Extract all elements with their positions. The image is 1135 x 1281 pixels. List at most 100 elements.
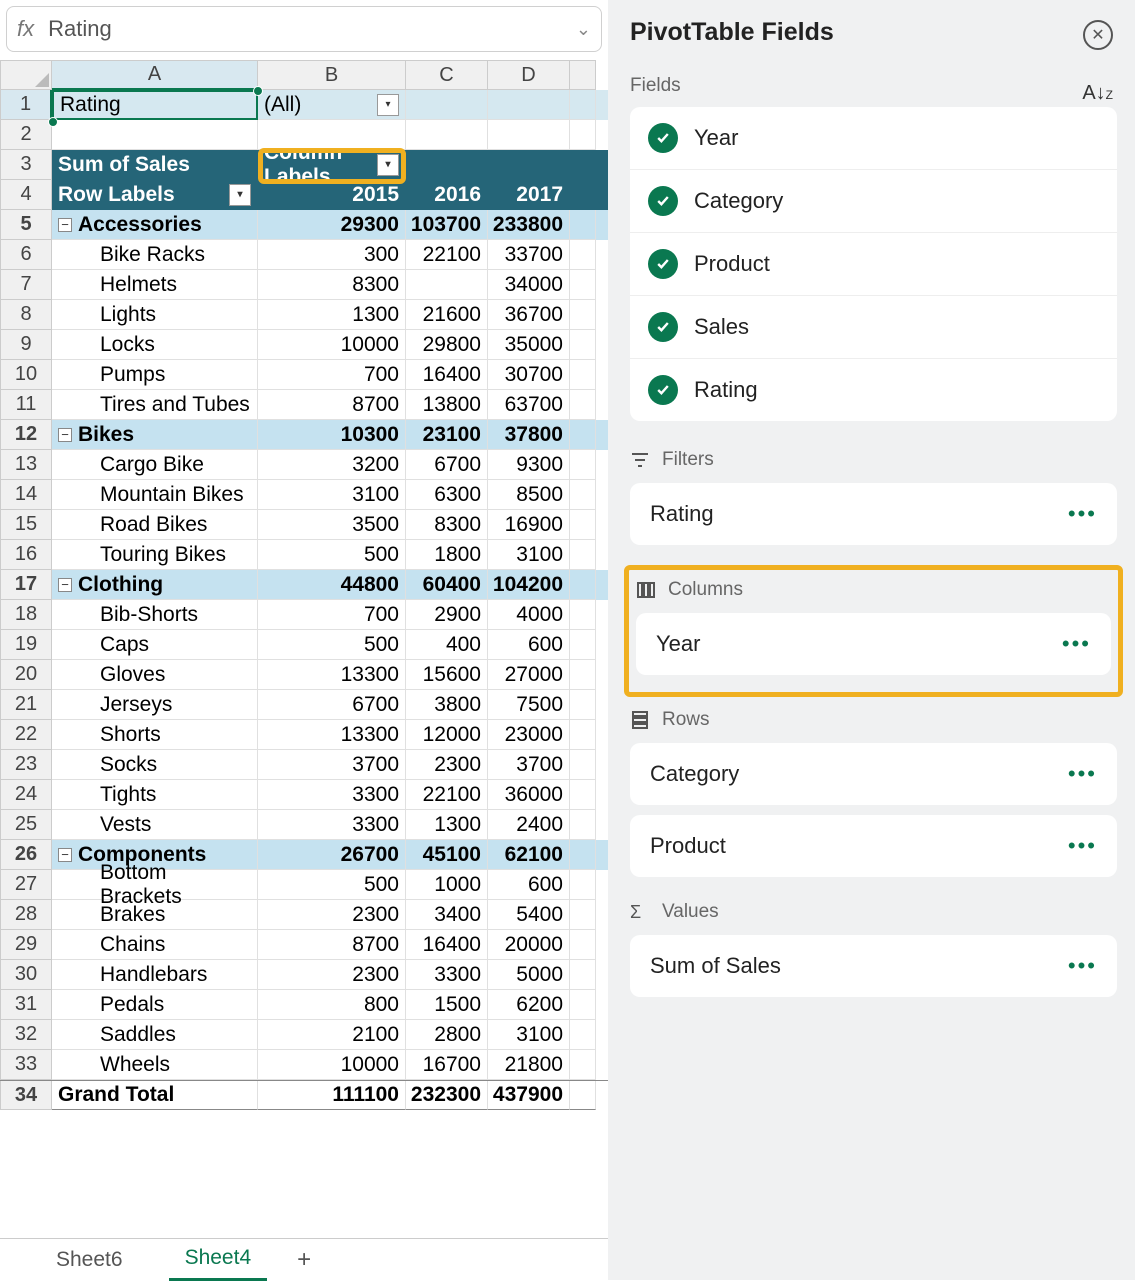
zone-chip[interactable]: Rating••• xyxy=(630,483,1117,545)
cell[interactable]: Bottom Brackets xyxy=(52,870,258,900)
cell[interactable]: Vests xyxy=(52,810,258,840)
cell[interactable]: 36700 xyxy=(488,300,570,330)
row-header[interactable]: 15 xyxy=(0,510,52,540)
row-header[interactable]: 19 xyxy=(0,630,52,660)
cell[interactable]: Chains xyxy=(52,930,258,960)
cell[interactable]: 3300 xyxy=(258,810,406,840)
cell[interactable]: 37800 xyxy=(488,420,570,450)
cell[interactable]: 9300 xyxy=(488,450,570,480)
cell[interactable]: 23000 xyxy=(488,720,570,750)
cell[interactable]: Helmets xyxy=(52,270,258,300)
chip-menu-button[interactable]: ••• xyxy=(1068,761,1097,787)
cell[interactable] xyxy=(406,90,488,120)
zone-chip[interactable]: Product••• xyxy=(630,815,1117,877)
cell[interactable]: Pumps xyxy=(52,360,258,390)
cell[interactable]: 2100 xyxy=(258,1020,406,1050)
cell[interactable]: 500 xyxy=(258,870,406,900)
cell[interactable] xyxy=(570,690,596,720)
cell[interactable] xyxy=(570,300,596,330)
cell[interactable]: 33700 xyxy=(488,240,570,270)
cell[interactable]: Pedals xyxy=(52,990,258,1020)
cell[interactable] xyxy=(570,450,596,480)
cell[interactable]: Wheels xyxy=(52,1050,258,1080)
cell[interactable] xyxy=(570,90,596,120)
cell[interactable]: Touring Bikes xyxy=(52,540,258,570)
cell[interactable]: 500 xyxy=(258,630,406,660)
cell[interactable]: 45100 xyxy=(406,840,488,870)
row-header[interactable]: 30 xyxy=(0,960,52,990)
cell[interactable]: Tights xyxy=(52,780,258,810)
cell[interactable] xyxy=(570,390,596,420)
cell[interactable]: 13300 xyxy=(258,660,406,690)
row-header[interactable]: 16 xyxy=(0,540,52,570)
cell[interactable] xyxy=(570,150,596,180)
cell[interactable]: Rating xyxy=(52,90,258,120)
cell[interactable]: 26700 xyxy=(258,840,406,870)
cell[interactable]: 16400 xyxy=(406,930,488,960)
chip-menu-button[interactable]: ••• xyxy=(1068,953,1097,979)
cell[interactable]: 2015 xyxy=(258,180,406,210)
cell[interactable] xyxy=(488,120,570,150)
row-header[interactable]: 32 xyxy=(0,1020,52,1050)
cell[interactable] xyxy=(570,330,596,360)
row-header[interactable]: 26 xyxy=(0,840,52,870)
values-zone[interactable]: Σ Values Sum of Sales••• xyxy=(630,901,1117,997)
row-header[interactable]: 3 xyxy=(0,150,52,180)
cell[interactable]: 700 xyxy=(258,360,406,390)
cell[interactable]: 600 xyxy=(488,630,570,660)
cell[interactable]: 232300 xyxy=(406,1081,488,1110)
cell[interactable]: Road Bikes xyxy=(52,510,258,540)
row-header[interactable]: 6 xyxy=(0,240,52,270)
chip-menu-button[interactable]: ••• xyxy=(1062,631,1091,657)
row-header[interactable]: 33 xyxy=(0,1050,52,1080)
cell[interactable]: 6700 xyxy=(258,690,406,720)
cell[interactable] xyxy=(488,150,570,180)
cell[interactable]: 2300 xyxy=(406,750,488,780)
cell[interactable]: Caps xyxy=(52,630,258,660)
cell[interactable]: 8300 xyxy=(258,270,406,300)
cell[interactable]: Gloves xyxy=(52,660,258,690)
cell[interactable]: 2800 xyxy=(406,1020,488,1050)
col-header-D[interactable]: D xyxy=(488,60,570,90)
cell[interactable]: 3400 xyxy=(406,900,488,930)
cell[interactable] xyxy=(570,480,596,510)
cell[interactable]: Lights xyxy=(52,300,258,330)
row-header[interactable]: 34 xyxy=(0,1081,52,1110)
row-header[interactable]: 9 xyxy=(0,330,52,360)
cell[interactable]: 13800 xyxy=(406,390,488,420)
row-header[interactable]: 22 xyxy=(0,720,52,750)
field-item[interactable]: Year xyxy=(630,107,1117,169)
col-header-A[interactable]: A xyxy=(52,60,258,90)
cell[interactable]: 21600 xyxy=(406,300,488,330)
cell[interactable]: 23100 xyxy=(406,420,488,450)
cell[interactable]: 12000 xyxy=(406,720,488,750)
row-header[interactable]: 4 xyxy=(0,180,52,210)
col-header-B[interactable]: B xyxy=(258,60,406,90)
cell[interactable]: 8700 xyxy=(258,930,406,960)
cell[interactable]: 21800 xyxy=(488,1050,570,1080)
cell[interactable] xyxy=(570,660,596,690)
cell[interactable]: 800 xyxy=(258,990,406,1020)
cell[interactable]: Shorts xyxy=(52,720,258,750)
cell[interactable]: 5000 xyxy=(488,960,570,990)
cell[interactable]: −Clothing xyxy=(52,570,258,600)
cell[interactable]: Saddles xyxy=(52,1020,258,1050)
field-item[interactable]: Product xyxy=(630,232,1117,295)
cell[interactable]: 111100 xyxy=(258,1081,406,1110)
cell[interactable]: Bike Racks xyxy=(52,240,258,270)
cell[interactable]: Column Labels▾ xyxy=(258,150,406,180)
columns-zone[interactable]: Columns Year••• xyxy=(636,579,1111,675)
cell[interactable] xyxy=(570,1020,596,1050)
cell[interactable] xyxy=(570,840,596,870)
cell[interactable] xyxy=(570,120,596,150)
cell[interactable]: 3100 xyxy=(258,480,406,510)
cell[interactable] xyxy=(406,150,488,180)
cell[interactable] xyxy=(570,750,596,780)
cell[interactable] xyxy=(570,630,596,660)
cell[interactable]: 5400 xyxy=(488,900,570,930)
cell[interactable]: 500 xyxy=(258,540,406,570)
cell[interactable]: Tires and Tubes xyxy=(52,390,258,420)
cell[interactable]: 10300 xyxy=(258,420,406,450)
add-sheet-button[interactable]: + xyxy=(297,1246,311,1274)
cell[interactable]: Jerseys xyxy=(52,690,258,720)
